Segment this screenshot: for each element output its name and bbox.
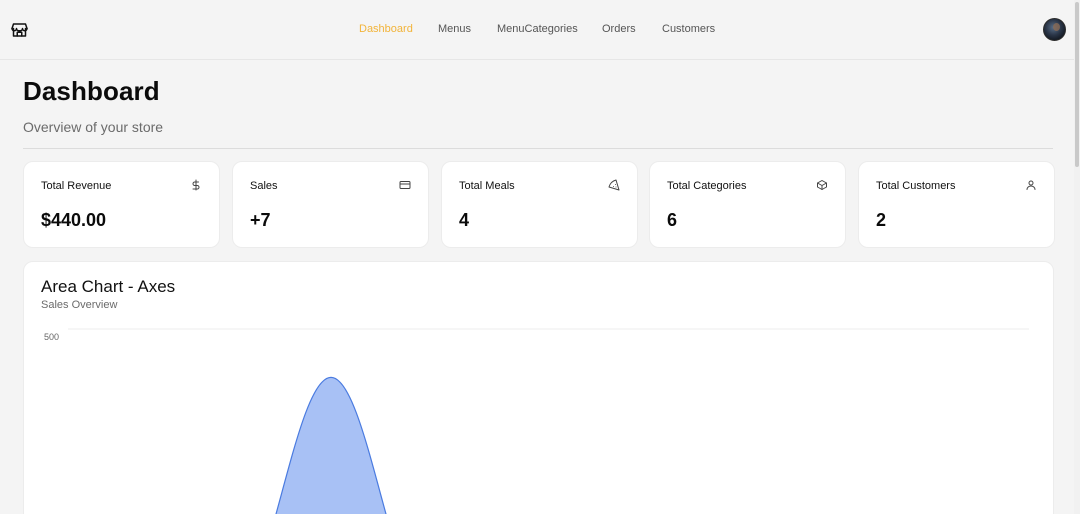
stat-label: Total Meals	[459, 180, 515, 192]
page-title: Dashboard	[23, 76, 160, 106]
stat-value: 6	[667, 210, 678, 230]
area-chart-card: Area Chart - Axes Sales Overview 500	[23, 261, 1054, 514]
user-avatar[interactable]	[1043, 18, 1066, 41]
nav-item-menus[interactable]: Menus	[438, 23, 471, 35]
nav-item-customers[interactable]: Customers	[662, 23, 715, 35]
nav-item-menu-categories[interactable]: MenuCategories	[497, 23, 578, 35]
stat-card-total-meals: Total Meals 4	[441, 161, 638, 248]
stat-card-total-categories: Total Categories 6	[649, 161, 846, 248]
stat-card-total-customers: Total Customers 2	[858, 161, 1055, 248]
credit-card-icon	[399, 181, 411, 189]
stat-value: 2	[876, 210, 887, 230]
top-navigation-bar: Dashboard Menus MenuCategories Orders Cu…	[0, 0, 1080, 60]
page-scrollbar[interactable]	[1074, 0, 1080, 514]
scrollbar-thumb[interactable]	[1075, 2, 1079, 167]
stat-card-sales: Sales +7	[232, 161, 429, 248]
nav-item-orders[interactable]: Orders	[602, 23, 636, 35]
dollar-icon	[192, 179, 200, 191]
stat-value: 4	[459, 210, 470, 230]
stat-value: +7	[250, 210, 271, 230]
stat-value: $440.00	[41, 210, 107, 230]
page-subtitle: Overview of your store	[23, 119, 164, 135]
area-chart: 500	[44, 328, 1029, 514]
main-nav: Dashboard Menus MenuCategories Orders Cu…	[0, 23, 1080, 39]
stat-label: Sales	[250, 180, 278, 192]
stat-label: Total Customers	[876, 180, 956, 192]
meal-icon	[608, 179, 620, 191]
stat-card-total-revenue: Total Revenue $440.00	[23, 161, 220, 248]
stat-label: Total Categories	[667, 180, 747, 192]
stat-label: Total Revenue	[41, 180, 112, 192]
area-series[interactable]	[271, 376, 391, 514]
box-icon	[817, 180, 827, 190]
user-icon	[1026, 180, 1036, 190]
nav-item-dashboard[interactable]: Dashboard	[359, 23, 413, 35]
y-tick-label: 500	[44, 332, 59, 342]
header-divider	[23, 148, 1053, 149]
